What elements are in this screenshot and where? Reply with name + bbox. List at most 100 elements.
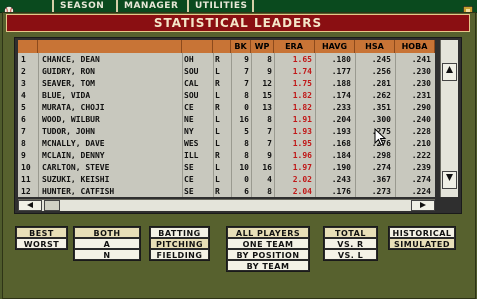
- vertical-scrollbar[interactable]: [440, 40, 458, 197]
- cell-name: SEAVER, TOM: [42, 79, 95, 88]
- cell-hsa: .367: [371, 175, 391, 184]
- cell-hand: L: [215, 91, 220, 100]
- simulated-button[interactable]: SIMULATED: [389, 238, 455, 249]
- by-position-button[interactable]: BY POSITION: [227, 249, 309, 260]
- menu-utilities[interactable]: UTILITIES: [195, 0, 248, 12]
- cell-wp: 7: [267, 139, 272, 148]
- league-n-button[interactable]: N: [74, 249, 140, 260]
- scroll-left-button[interactable]: [18, 200, 42, 211]
- cell-era: 1.82: [292, 103, 312, 112]
- col-header-era[interactable]: ERA: [274, 40, 315, 53]
- cell-team: SE: [184, 163, 194, 172]
- menu-manager[interactable]: MANAGER: [124, 0, 178, 12]
- col-header-team: [182, 40, 213, 53]
- one-team-button[interactable]: ONE TEAM: [227, 238, 309, 249]
- cell-hsa: .274: [371, 163, 391, 172]
- baseball-icon[interactable]: [4, 1, 14, 16]
- cell-name: GUIDRY, RON: [42, 67, 95, 76]
- best-button[interactable]: BEST: [16, 227, 67, 238]
- table-row[interactable]: 6 WOOD, WILBUR NE L 16 8 1.91 .204 .300 .240: [18, 114, 435, 125]
- cell-hsa: .300: [371, 115, 391, 124]
- table-row[interactable]: 4 BLUE, VIDA SOU L 8 15 1.82 .174 .262 .231: [18, 90, 435, 101]
- table-row[interactable]: 5 MURATA, CHOJI CE R 0 13 1.82 .233 .351 .290: [18, 102, 435, 113]
- cell-team: OH: [184, 55, 194, 64]
- by-team-button[interactable]: BY TEAM: [227, 260, 309, 271]
- table-row[interactable]: 8MCNALLY, DAVEWESL871.95.168.276.210: [18, 138, 435, 149]
- cell-bk: 7: [244, 67, 249, 76]
- col-header-wp[interactable]: WP: [251, 40, 274, 53]
- table-row[interactable]: 9 MCLAIN, DENNY ILL R 8 9 1.96 .184 .298 .222: [18, 150, 435, 161]
- cell-hsa: .351: [371, 103, 391, 112]
- total-button[interactable]: TOTAL: [324, 227, 377, 238]
- cell-wp: 4: [267, 175, 272, 184]
- cell-era: 1.65: [292, 55, 312, 64]
- scroll-up-button[interactable]: [442, 63, 457, 81]
- fielding-button[interactable]: FIELDING: [150, 249, 209, 260]
- menu-separator: [116, 0, 118, 12]
- cell-wp: 8: [267, 187, 272, 196]
- menu-season[interactable]: SEASON: [60, 0, 104, 12]
- page-title: STATISTICAL LEADERS: [153, 16, 323, 30]
- table-row[interactable]: 1 CHANCE, DEAN OH R 9 8 1.65 .180 .245 .241: [18, 54, 435, 65]
- cell-hsa: .281: [371, 79, 391, 88]
- arrow-up-icon: [446, 66, 453, 73]
- cell-rank: 1: [21, 55, 26, 64]
- cell-rank: 9: [21, 151, 26, 160]
- table-row[interactable]: 12 HUNTER, CATFISH SE R 6 8 2.04 .176 .273 .224: [18, 186, 435, 197]
- cell-hoba: .230: [411, 79, 431, 88]
- table-row[interactable]: 10 CARLTON, STEVE SE L 10 16 1.97 .190 .274 .239: [18, 162, 435, 173]
- col-header-hoba[interactable]: HOBA: [395, 40, 435, 53]
- vs-r-button[interactable]: VS. R: [324, 238, 377, 249]
- pitching-button[interactable]: PITCHING: [150, 238, 209, 249]
- worst-button[interactable]: WORST: [16, 238, 67, 249]
- cell-era: 1.82: [292, 91, 312, 100]
- cell-rank: 4: [21, 91, 26, 100]
- historical-button[interactable]: HISTORICAL: [389, 227, 455, 238]
- col-header-havg[interactable]: HAVG: [315, 40, 355, 53]
- cell-hoba: .239: [411, 163, 431, 172]
- cell-team: CAL: [184, 79, 199, 88]
- scroll-down-button[interactable]: [442, 171, 457, 189]
- league-a-button[interactable]: A: [74, 238, 140, 249]
- vs-l-button[interactable]: VS. L: [324, 249, 377, 260]
- table-row[interactable]: 7 TUDOR, JOHN NY L 5 7 1.93.193.275.228: [18, 126, 435, 137]
- cell-bk: 16: [239, 115, 249, 124]
- cell-name: WOOD, WILBUR: [42, 115, 100, 124]
- cell-hsa: .256: [371, 67, 391, 76]
- cell-era: 1.75: [292, 79, 312, 88]
- table-row[interactable]: 11 SUZUKI, KEISHI CE L 0 4 2.02 .243 .367 .274: [18, 174, 435, 185]
- cell-name: MCNALLY, DAVE: [42, 139, 105, 148]
- cell-hand: L: [215, 67, 220, 76]
- table-row[interactable]: 3 SEAVER, TOM CAL R 7 12 1.75 .188 .281 .230: [18, 78, 435, 89]
- col-header-hand: [213, 40, 231, 53]
- all-players-button[interactable]: ALL PLAYERS: [227, 227, 309, 238]
- horizontal-scrollbar[interactable]: [18, 199, 435, 211]
- arrow-left-icon: [27, 202, 33, 208]
- cell-name: MCLAIN, DENNY: [42, 151, 105, 160]
- leaders-table: BK WP ERA HAVG HSA HOBA 1 CHANCE, DEAN OH R…: [18, 40, 435, 197]
- cell-era: 1.74: [292, 67, 312, 76]
- cell-bk: 8: [244, 151, 249, 160]
- table-row[interactable]: 2 GUIDRY, RON SOU L 7 9 1.74 .177 .256 .230: [18, 66, 435, 77]
- cell-era: 1.91: [292, 115, 312, 124]
- cell-name: HUNTER, CATFISH: [42, 187, 115, 196]
- cell-team: SE: [184, 187, 194, 196]
- col-header-hsa[interactable]: HSA: [355, 40, 395, 53]
- scroll-right-button[interactable]: [411, 200, 435, 211]
- cell-bk: 6: [244, 187, 249, 196]
- both-leagues-button[interactable]: BOTH: [74, 227, 140, 238]
- cell-havg: .184: [331, 151, 351, 160]
- cell-hoba: .240: [411, 115, 431, 124]
- horizontal-scroll-thumb[interactable]: [44, 200, 60, 211]
- batting-button[interactable]: BATTING: [150, 227, 209, 238]
- cell-wp: 12: [262, 79, 272, 88]
- window-control-icon[interactable]: [463, 1, 473, 16]
- cell-havg: .180: [331, 55, 351, 64]
- cell-hoba: .230: [411, 67, 431, 76]
- cell-hsa: .273: [371, 187, 391, 196]
- cell-hand: L: [215, 127, 220, 136]
- col-header-bk[interactable]: BK: [231, 40, 251, 53]
- cell-hand: L: [215, 175, 220, 184]
- cell-rank: 11: [21, 175, 31, 184]
- cell-havg: .174: [331, 91, 351, 100]
